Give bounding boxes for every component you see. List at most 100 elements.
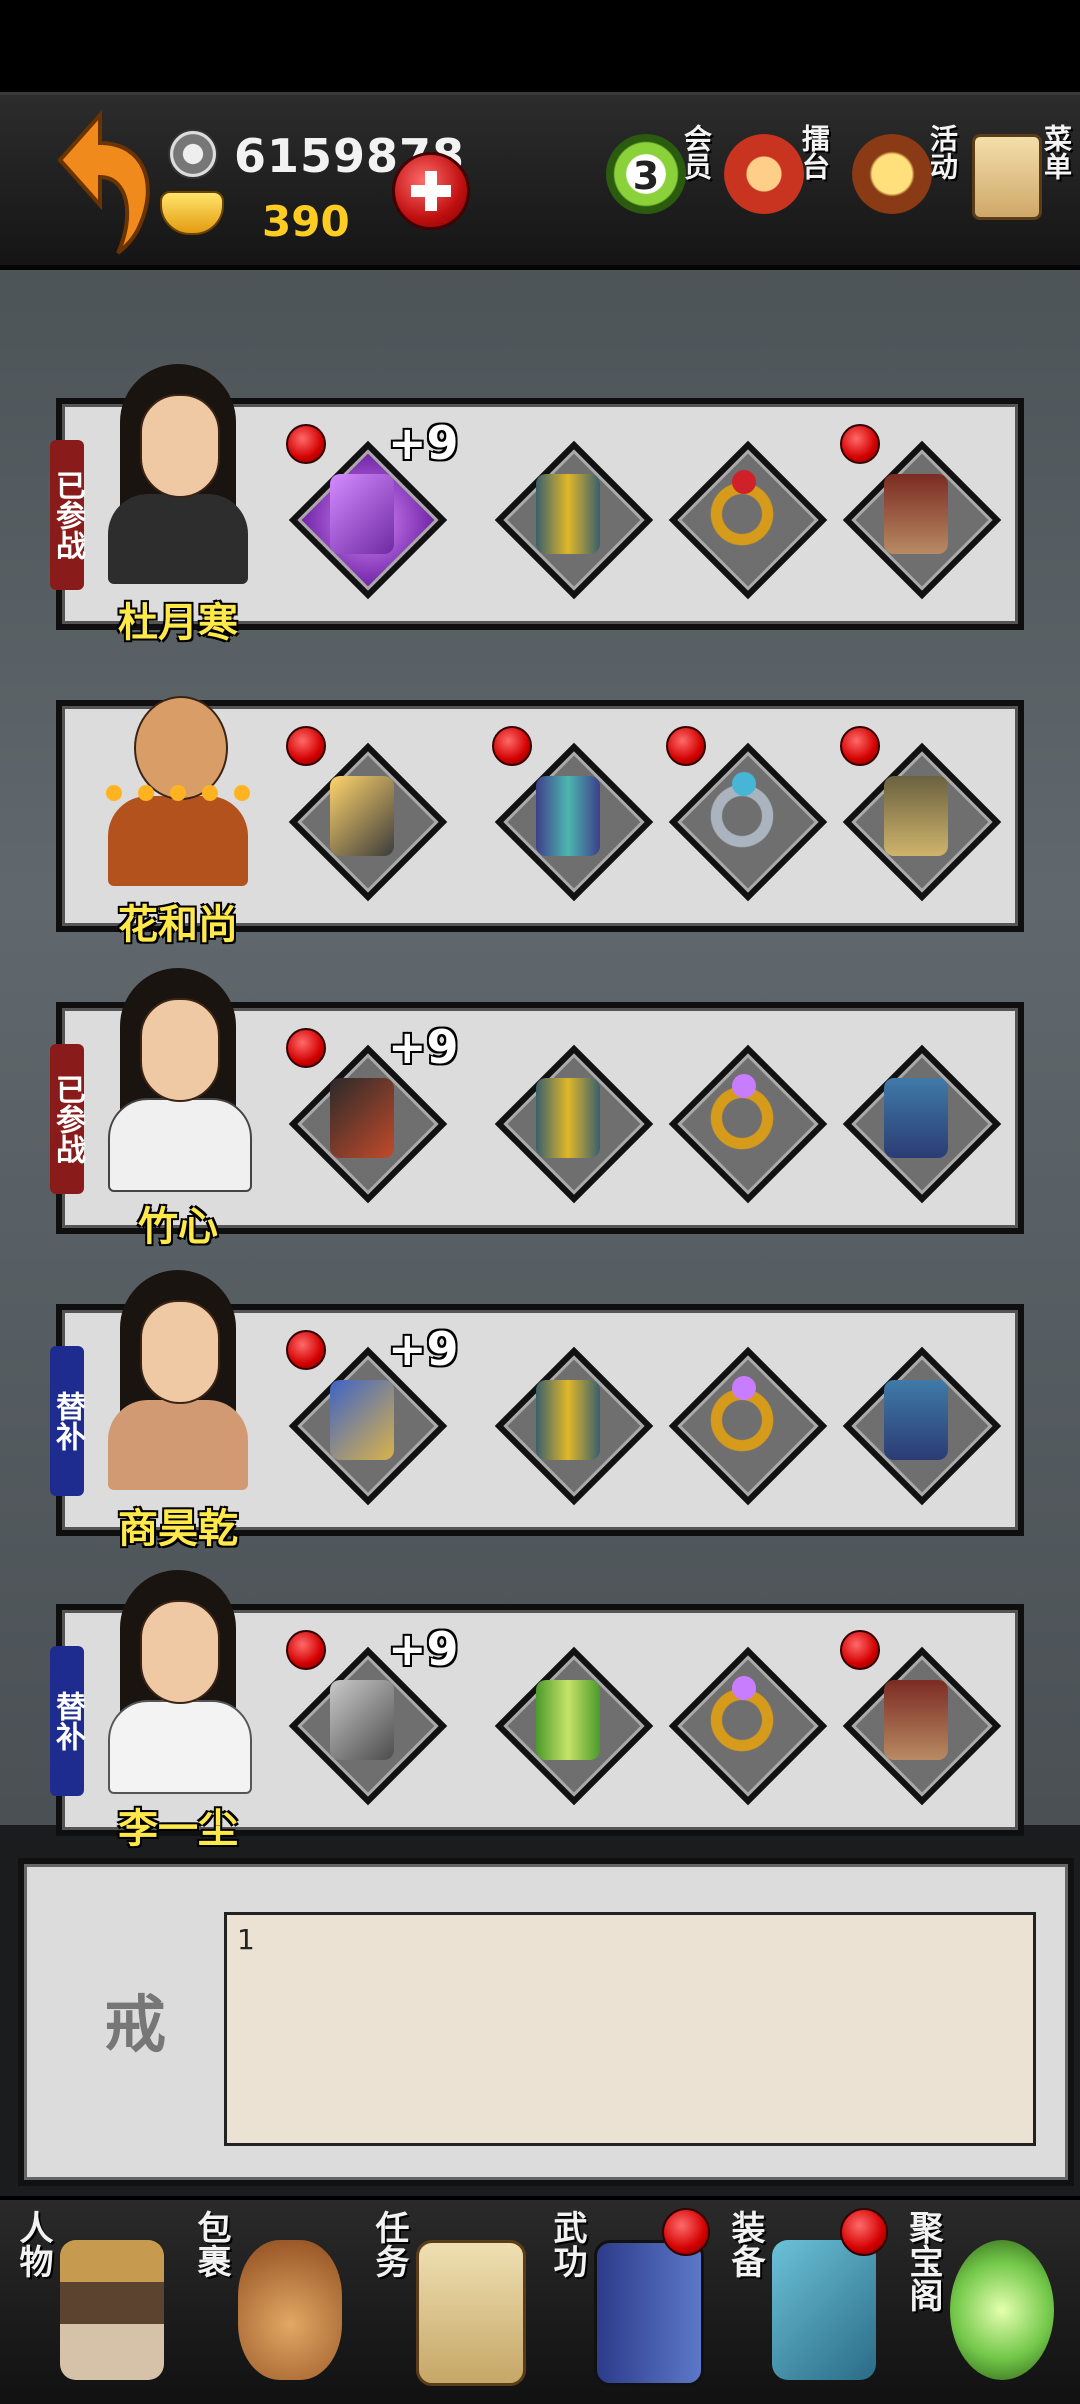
notification-dot-icon [492, 726, 532, 766]
weapon-slot[interactable]: +9 [286, 1020, 459, 1204]
arena-drum-icon [724, 134, 804, 214]
hero-slot[interactable]: 花和尚 [56, 696, 1024, 948]
activity-label: 活动 [926, 124, 959, 180]
weapon-slot[interactable]: +9 [286, 1322, 459, 1506]
nav-bag[interactable]: 包裹 [186, 2200, 361, 2404]
hero-status-tag: 已参战 [50, 1044, 85, 1194]
boots-slot[interactable] [842, 1044, 1002, 1204]
enhance-level: +9 [388, 1020, 459, 1074]
item-description-panel: 戒 1 [18, 1858, 1074, 2186]
notification-dot-icon [286, 424, 326, 464]
boots-slot[interactable] [842, 1346, 1002, 1506]
notification-dot-icon [286, 1028, 326, 1068]
hero-portrait[interactable] [98, 1270, 258, 1520]
vip-label: 会员 [680, 124, 713, 180]
item-type-label: 戒 [104, 1988, 167, 2061]
armor-icon [536, 1380, 600, 1460]
boots-slot[interactable] [840, 424, 1002, 600]
boots-icon [884, 1680, 948, 1760]
weapon-slot[interactable]: +9 [286, 416, 459, 600]
weapon-icon [330, 474, 394, 554]
boots-icon [884, 474, 948, 554]
quest-scroll-icon [416, 2240, 526, 2386]
hero-slot[interactable]: 已参战竹心 +9 [50, 968, 1024, 1250]
armor-icon [536, 1078, 600, 1158]
armor-slot[interactable] [494, 1044, 654, 1204]
hero-name: 商昊乾 [118, 1506, 238, 1552]
nav-label: 武功 [547, 2210, 587, 2278]
boots-slot[interactable] [840, 1630, 1002, 1806]
nav-treasure[interactable]: 聚宝阁 [898, 2200, 1073, 2404]
weapon-icon [330, 1680, 394, 1760]
ring-slot[interactable] [668, 440, 828, 600]
weapon-slot[interactable]: +9 [286, 1622, 459, 1806]
notification-dot-icon [666, 726, 706, 766]
nav-equipment[interactable]: 装备 [720, 2200, 895, 2404]
notification-dot-icon [286, 1330, 326, 1370]
ring-slot[interactable] [668, 1646, 828, 1806]
hero-portrait[interactable] [98, 968, 258, 1218]
hero-slot[interactable]: 已参战 杜月寒 +9 [50, 364, 1024, 646]
armor-icon [536, 1680, 600, 1760]
hero-portrait[interactable] [98, 666, 258, 916]
notification-dot-icon [286, 1630, 326, 1670]
hero-portrait[interactable] [98, 1570, 258, 1820]
arena-label: 擂台 [798, 124, 831, 180]
ring-icon [710, 772, 774, 856]
notification-dot-icon [840, 1630, 880, 1670]
boots-icon [884, 1078, 948, 1158]
hero-name: 杜月寒 [118, 600, 238, 646]
armor-slot[interactable] [494, 1646, 654, 1806]
notification-dot-icon [286, 726, 326, 766]
item-description-text: 1 [237, 1923, 255, 1956]
hero-status-tag: 替补 [50, 1346, 85, 1496]
boots-slot[interactable] [840, 726, 1002, 902]
weapon-slot[interactable] [286, 726, 448, 902]
equipment-blade-icon [772, 2240, 876, 2380]
armor-slot[interactable] [494, 1346, 654, 1506]
vip-level: 3 [632, 154, 660, 198]
armor-icon [536, 776, 600, 856]
bottom-nav: 人物 包裹 任务 武功 装备 聚宝阁 [0, 2196, 1080, 2404]
nav-label: 包裹 [191, 2210, 231, 2278]
nav-label: 人物 [13, 2210, 53, 2278]
nav-character[interactable]: 人物 [8, 2200, 183, 2404]
hero-equipment-panel: 已参战 杜月寒 +9 花和尚 已参战 竹心 +9 替补 商昊乾 +9 替补 李一尘 +9 [0, 270, 1080, 1852]
notification-dot-icon [840, 2208, 888, 2256]
armor-slot[interactable] [494, 440, 654, 600]
weapon-icon [330, 776, 394, 856]
enhance-level: +9 [388, 416, 459, 470]
menu-label: 菜单 [1040, 124, 1073, 180]
ring-slot[interactable] [668, 1044, 828, 1204]
hero-portrait[interactable] [98, 364, 258, 614]
hero-slot[interactable]: 替补 商昊乾 +9 [50, 1270, 1024, 1552]
nav-quest[interactable]: 任务 [364, 2200, 539, 2404]
ring-icon [710, 1376, 774, 1460]
nav-martial-arts[interactable]: 武功 [542, 2200, 717, 2404]
nav-label: 聚宝阁 [903, 2210, 943, 2312]
hero-status-tag: 已参战 [50, 440, 85, 590]
hero-slot[interactable]: 替补 李一尘 +9 [50, 1570, 1024, 1852]
bag-icon [238, 2240, 342, 2380]
hero-status-tag: 替补 [50, 1646, 85, 1796]
ring-slot[interactable] [666, 726, 828, 902]
notification-dot-icon [662, 2208, 710, 2256]
menu-scroll-icon [972, 134, 1042, 220]
hero-name: 花和尚 [118, 902, 238, 948]
armor-icon [536, 474, 600, 554]
nav-label: 装备 [725, 2210, 765, 2278]
add-currency-button[interactable] [392, 152, 470, 230]
weapon-icon [330, 1078, 394, 1158]
notification-dot-icon [840, 726, 880, 766]
ring-icon [710, 470, 774, 554]
back-arrow-icon[interactable] [40, 105, 160, 255]
ring-slot[interactable] [668, 1346, 828, 1506]
activity-fan-icon [852, 134, 932, 214]
weapon-icon [330, 1380, 394, 1460]
ring-icon [710, 1074, 774, 1158]
martial-book-icon [594, 2240, 704, 2386]
hero-name: 竹心 [138, 1204, 218, 1250]
armor-slot[interactable] [492, 726, 654, 902]
enhance-level: +9 [388, 1322, 459, 1376]
notification-dot-icon [840, 424, 880, 464]
